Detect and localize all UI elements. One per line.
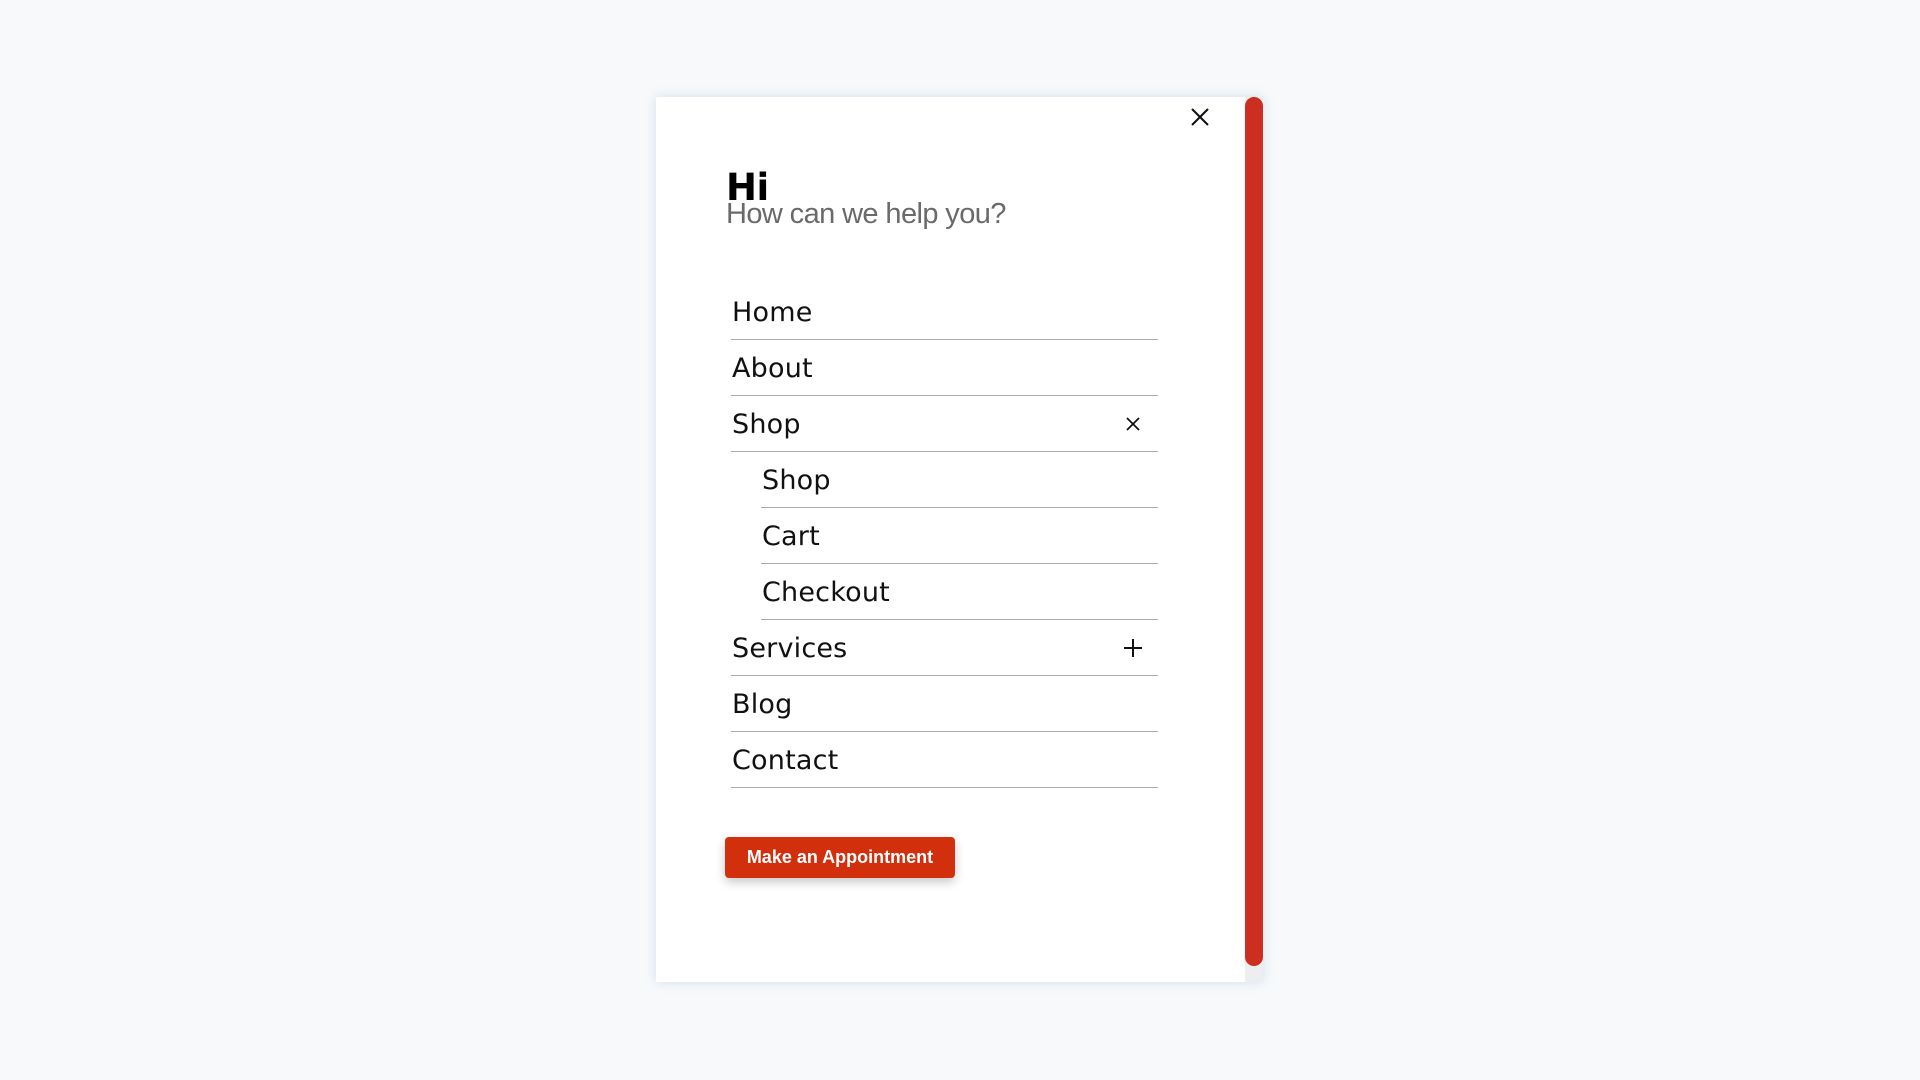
close-menu-button[interactable] [1186, 103, 1214, 131]
menu-item-label: Shop [762, 465, 831, 496]
scrollbar-thumb[interactable] [1245, 97, 1263, 966]
menu-item-about[interactable]: About [731, 340, 1158, 396]
menu-item-contact[interactable]: Contact [731, 732, 1158, 788]
menu-item-label: Shop [732, 409, 801, 440]
make-appointment-button[interactable]: Make an Appointment [725, 837, 955, 878]
menu-item-label: Cart [762, 521, 820, 552]
nav-menu: Home About Shop Shop Cart Checkout Servi… [731, 284, 1158, 788]
menu-item-services[interactable]: Services [731, 620, 1158, 676]
plus-icon [1124, 639, 1142, 657]
menu-item-home[interactable]: Home [731, 284, 1158, 340]
menu-item-label: Services [732, 633, 848, 664]
menu-item-label: About [732, 353, 813, 384]
submenu-item-shop[interactable]: Shop [761, 452, 1158, 508]
submenu-item-cart[interactable]: Cart [761, 508, 1158, 564]
menu-item-blog[interactable]: Blog [731, 676, 1158, 732]
close-icon [1126, 417, 1140, 431]
collapse-submenu-button[interactable] [1122, 413, 1144, 435]
menu-item-label: Contact [732, 745, 839, 776]
close-icon [1191, 108, 1209, 126]
menu-item-label: Checkout [762, 577, 890, 608]
expand-submenu-button[interactable] [1122, 637, 1144, 659]
submenu-item-checkout[interactable]: Checkout [761, 564, 1158, 620]
greeting-subtitle: How can we help you? [726, 198, 1006, 230]
menu-item-shop[interactable]: Shop [731, 396, 1158, 452]
menu-item-label: Home [732, 297, 813, 328]
menu-item-label: Blog [732, 689, 793, 720]
